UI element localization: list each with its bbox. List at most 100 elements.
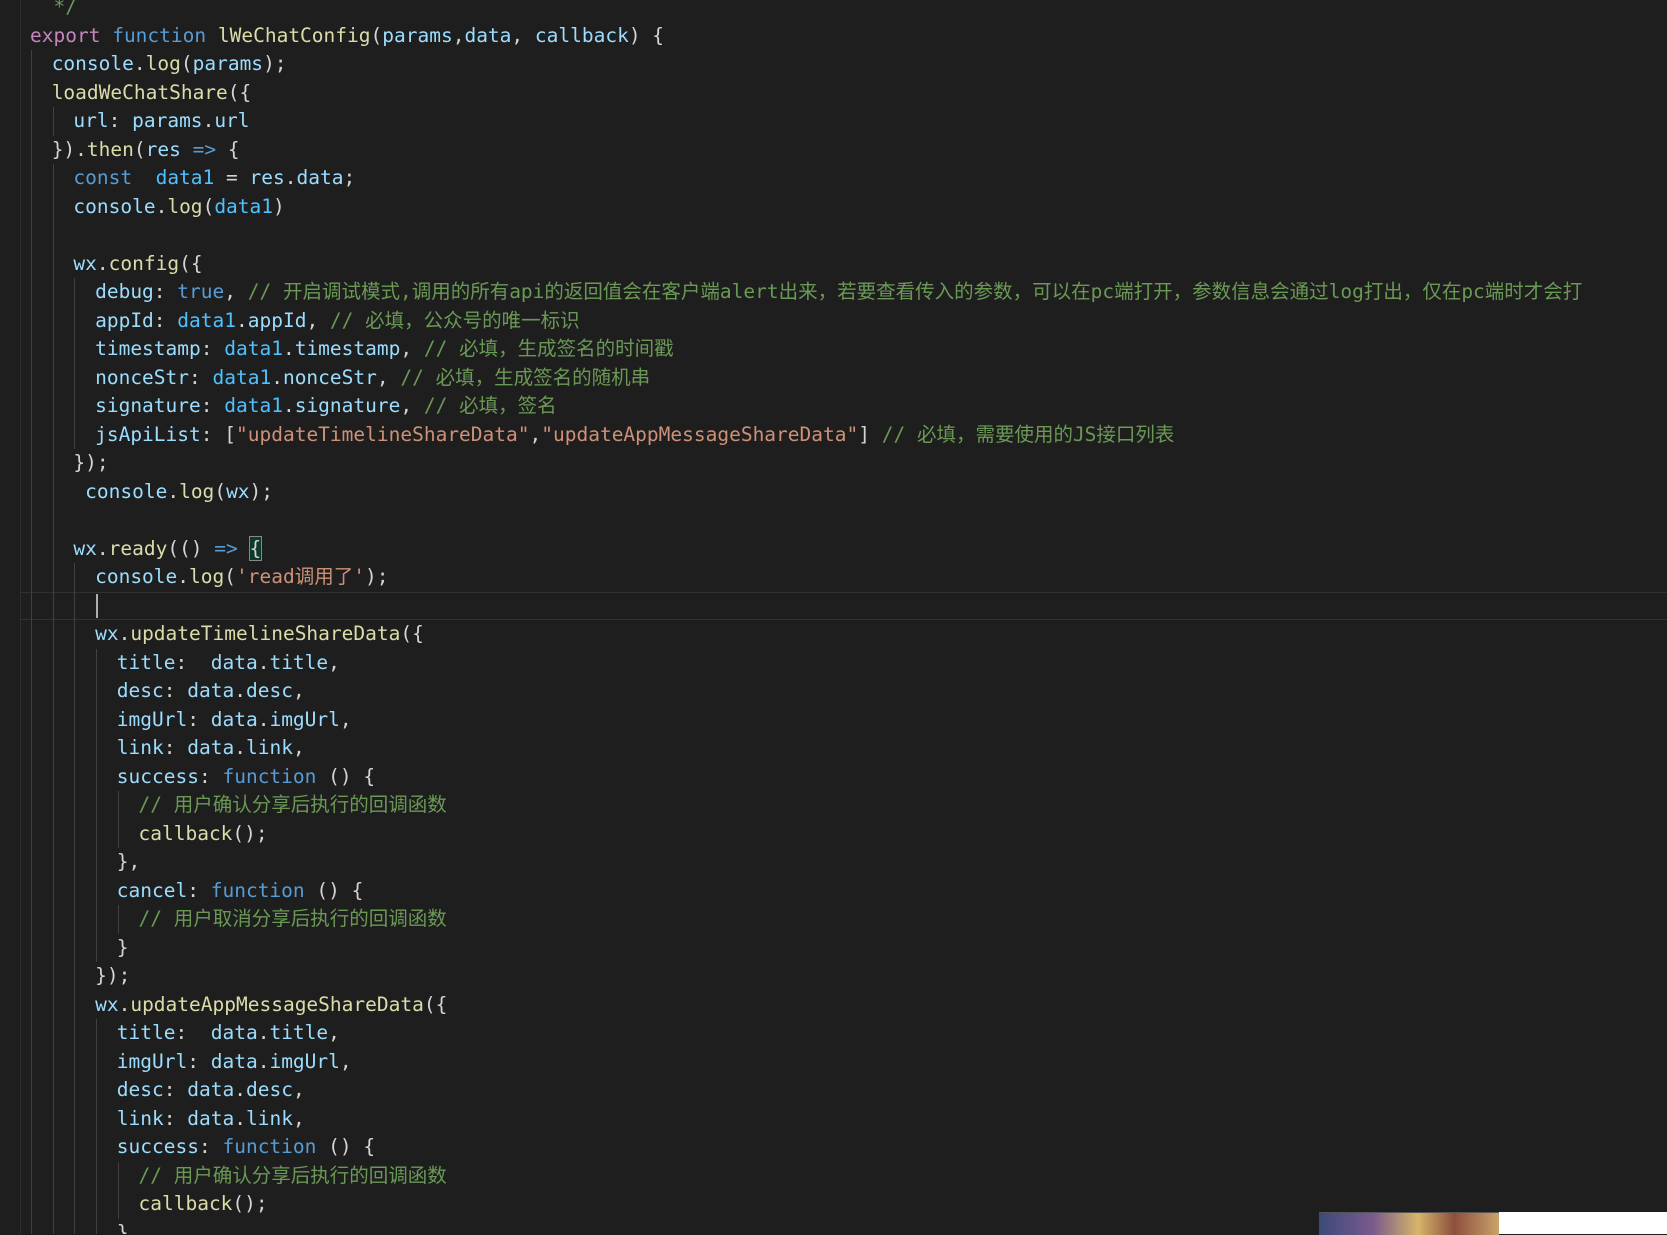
indent-guide: [74, 335, 76, 364]
indent-guide: [74, 1047, 76, 1076]
code-line[interactable]: console.log(params);: [31, 50, 287, 79]
code-line[interactable]: desc: data.desc,: [31, 677, 305, 706]
code-token: // 必填，公众号的唯一标识: [329, 308, 580, 332]
code-token: .: [234, 1106, 246, 1130]
code-token: ();: [232, 821, 268, 845]
code-token: }: [116, 1220, 129, 1235]
code-line[interactable]: appId: data1.appId, // 必填，公众号的唯一标识: [31, 306, 580, 335]
code-line[interactable]: timestamp: data1.timestamp, // 必填，生成签名的时…: [31, 335, 674, 364]
code-line[interactable]: callback();: [31, 819, 268, 848]
popup-blank-area: [1499, 1212, 1667, 1234]
code-line[interactable]: signature: data1.signature, // 必填，签名: [31, 392, 557, 421]
code-token: ,: [339, 707, 352, 731]
code-line[interactable]: success: function () {: [31, 1133, 375, 1162]
code-line[interactable]: imgUrl: data.imgUrl,: [31, 705, 352, 734]
code-line[interactable]: cancel: function () {: [31, 876, 363, 905]
code-line[interactable]: });: [31, 449, 109, 478]
code-line[interactable]: debug: true, // 开启调试模式,调用的所有api的返回值会在客户端…: [31, 278, 1582, 307]
code-line[interactable]: nonceStr: data1.nonceStr, // 必填，生成签名的随机串: [31, 363, 650, 392]
indent-guide: [31, 648, 32, 677]
code-token: ({: [423, 992, 448, 1016]
code-token: :: [189, 365, 213, 389]
indent-guide: [31, 962, 32, 991]
code-line[interactable]: link: data.link,: [31, 734, 305, 763]
code-line[interactable]: }: [31, 933, 129, 962]
code-token: wx: [95, 622, 119, 645]
indent-guide: [31, 278, 32, 307]
code-line[interactable]: },: [31, 848, 140, 877]
indent-guide: [31, 876, 32, 905]
code-line[interactable]: export function lWeChatConfig(params,dat…: [30, 22, 664, 51]
code-line[interactable]: callback();: [31, 1190, 268, 1219]
code-token: wx: [73, 251, 97, 275]
code-token: ,: [306, 308, 330, 332]
code-line[interactable]: imgUrl: data.imgUrl,: [31, 1047, 352, 1076]
code-line[interactable]: console.log(wx);: [31, 477, 273, 506]
code-line[interactable]: link: data.link,: [31, 1104, 305, 1133]
code-line[interactable]: wx.config({: [31, 249, 203, 278]
code-token: lWeChatConfig: [217, 23, 371, 47]
code-token: function: [112, 23, 207, 47]
indent-guide: [74, 1019, 76, 1048]
code-token: url: [214, 109, 250, 132]
code-line[interactable]: // 用户确认分享后执行的回调函数: [31, 1161, 447, 1190]
code-token: .: [234, 679, 246, 702]
code-line[interactable]: }: [31, 1218, 129, 1235]
code-editor[interactable]: */export function lWeChatConfig(params,d…: [0, 0, 1667, 1234]
indent-guide: [52, 819, 54, 848]
indent-guide: [52, 164, 54, 193]
code-token: :: [198, 764, 223, 788]
code-line[interactable]: const data1 = res.data;: [31, 164, 355, 193]
code-line[interactable]: title: data.title,: [31, 648, 340, 677]
code-token: ,: [376, 365, 401, 389]
code-token: params: [192, 52, 264, 75]
code-line[interactable]: success: function () {: [31, 762, 375, 791]
indent-guide: [52, 107, 54, 136]
code-token: }: [116, 935, 129, 959]
code-line[interactable]: console.log(data1): [31, 192, 285, 221]
code-token: console: [95, 565, 178, 588]
code-token: callback: [534, 23, 629, 47]
code-token: ready: [108, 536, 168, 560]
code-line[interactable]: // 用户取消分享后执行的回调函数: [31, 905, 447, 934]
indent-guide: [31, 563, 32, 592]
code-line[interactable]: title: data.title,: [31, 1019, 340, 1048]
indent-guide: [52, 705, 54, 734]
indent-guide: [52, 620, 54, 649]
indent-guide: [31, 107, 32, 136]
code-line[interactable]: wx.updateTimelineShareData({: [31, 620, 424, 649]
code-line[interactable]: url: params.url: [31, 107, 250, 136]
indent-guide: [52, 306, 54, 335]
code-token: callback: [138, 821, 233, 845]
indent-guide: [31, 1019, 32, 1048]
code-line[interactable]: console.log('read调用了');: [31, 563, 388, 592]
indent-guide: [74, 905, 76, 934]
code-token: then: [86, 137, 134, 161]
code-line[interactable]: // 用户确认分享后执行的回调函数: [31, 791, 447, 820]
code-token: debug: [95, 280, 154, 303]
code-token: =>: [192, 137, 217, 161]
code-line[interactable]: loadWeChatShare({: [31, 78, 251, 107]
code-line[interactable]: desc: data.desc,: [31, 1076, 305, 1105]
code-token: imgUrl: [116, 1049, 188, 1073]
indent-guide: [52, 1104, 54, 1133]
code-line[interactable]: jsApiList: ["updateTimelineShareData","u…: [31, 420, 1174, 449]
indent-guide: [74, 278, 76, 307]
indent-guide: [52, 506, 54, 535]
code-line[interactable]: });: [31, 962, 130, 991]
code-token: // 用户确认分享后执行的回调函数: [138, 1163, 447, 1187]
code-token: .: [118, 622, 131, 645]
indent-guide: [31, 1104, 32, 1133]
indent-guide: [52, 1190, 54, 1219]
code-line[interactable]: wx.updateAppMessageShareData({: [31, 990, 448, 1019]
code-line[interactable]: wx.ready(() => {: [31, 534, 263, 563]
code-token: nonceStr: [95, 365, 190, 389]
code-token: ,: [511, 23, 535, 47]
indent-guide: [31, 933, 32, 962]
indent-guide: [74, 876, 76, 905]
indent-guide: [74, 591, 76, 620]
code-line[interactable]: */: [30, 0, 77, 22]
code-line[interactable]: }).then(res => {: [31, 135, 240, 164]
code-token: .: [118, 992, 131, 1016]
